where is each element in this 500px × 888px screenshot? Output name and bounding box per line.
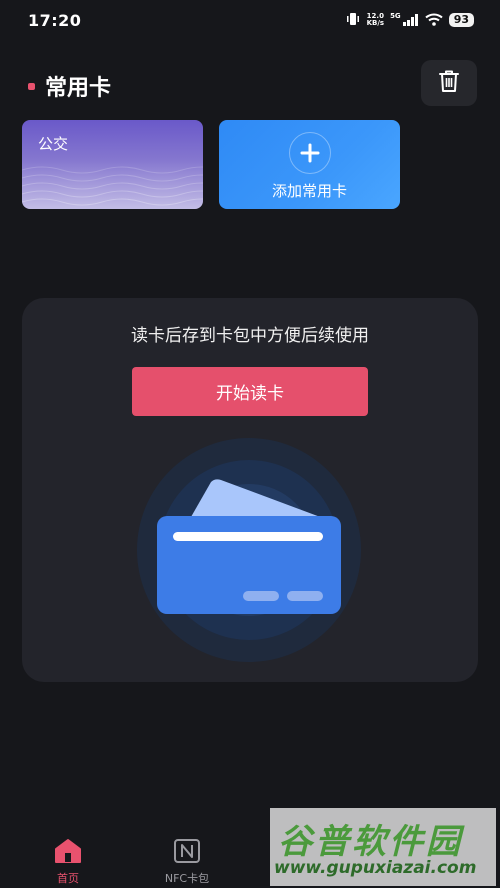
start-read-button[interactable]: 开始读卡 (132, 367, 368, 416)
wifi-icon (425, 11, 443, 30)
home-icon (53, 838, 83, 867)
add-card-label: 添加常用卡 (271, 182, 347, 200)
battery-indicator: 93 (448, 13, 474, 27)
wallet-illustration (137, 438, 361, 662)
watermark-url: www.gupuxiazai.com (274, 858, 477, 878)
trash-icon (438, 69, 460, 97)
nfc-icon (173, 838, 201, 867)
add-common-card-button[interactable]: 添加常用卡 (219, 120, 400, 209)
network-speed-unit: KB/s (366, 19, 385, 27)
watermark: 谷普软件园 www.gupuxiazai.com (270, 808, 496, 886)
status-time: 17:20 (28, 11, 82, 30)
watermark-brand: 谷普软件园 (278, 822, 463, 862)
read-card-description: 读卡后存到卡包中方便后续使用 (131, 326, 369, 346)
read-card-panel: 读卡后存到卡包中方便后续使用 开始读卡 (22, 298, 478, 682)
nav-home[interactable]: 首页 (45, 838, 91, 886)
nav-nfc-label: NFC卡包 (164, 872, 210, 885)
card-bus[interactable]: 公交 (22, 120, 203, 209)
nav-home-label: 首页 (57, 872, 79, 885)
vibrate-icon (345, 11, 361, 30)
card-bus-label: 公交 (38, 135, 69, 153)
status-bar: 17:20 12.0 KB/s 5G 93 (0, 0, 500, 40)
status-icons: 12.0 KB/s 5G 93 (345, 11, 474, 29)
title-dot (28, 82, 35, 90)
delete-button[interactable] (421, 60, 477, 106)
plus-icon (289, 132, 331, 174)
network-speed: 12.0 KB/s (367, 13, 384, 27)
section-title: 常用卡 (45, 76, 112, 101)
common-cards-header: 常用卡 (28, 70, 111, 102)
network-type: 5G (390, 12, 401, 20)
signal-icon (402, 11, 419, 30)
nav-nfc-wallet[interactable]: NFC卡包 (156, 838, 218, 886)
